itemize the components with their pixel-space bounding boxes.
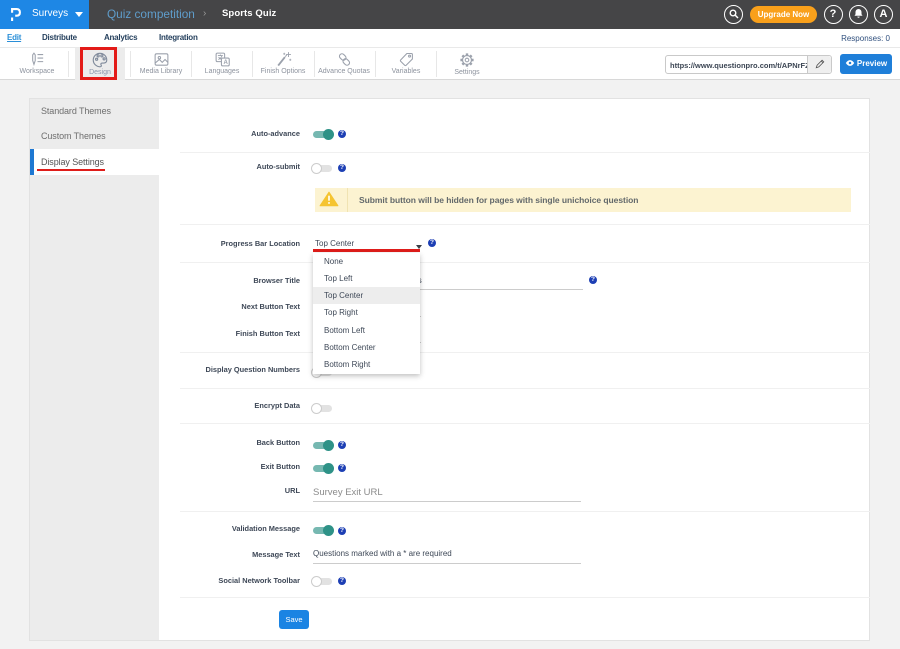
- svg-text:A: A: [223, 60, 228, 66]
